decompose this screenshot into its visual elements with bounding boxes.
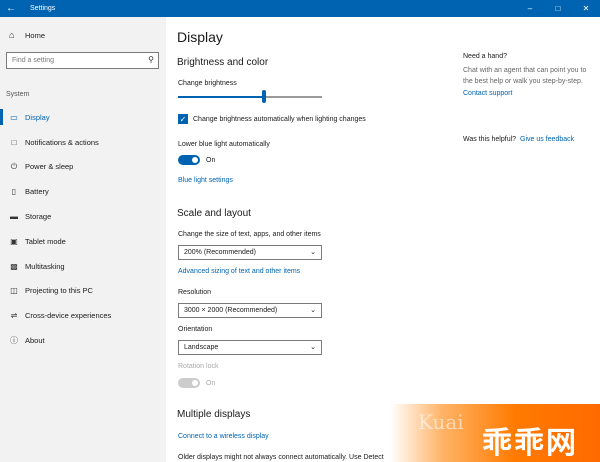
storage-icon: ▬ [10,212,18,222]
sidebar-item-label: Power & sleep [25,162,74,172]
blue-light-toggle[interactable]: On [178,155,215,165]
notifications-icon: □ [11,137,17,147]
sidebar-item-label: Display [25,112,50,122]
advanced-sizing-link[interactable]: Advanced sizing of text and other items [178,268,300,275]
minimize-icon[interactable]: – [516,0,544,17]
resolution-label: Resolution [178,289,212,296]
home-icon: ⌂ [9,30,15,40]
sidebar-item-cross-device[interactable]: ⇌ Cross-device experiences [0,303,166,328]
blue-light-label: Lower blue light automatically [178,141,270,148]
rotation-lock-label: Rotation lock [178,363,219,370]
help-description: Chat with an agent that can point you to… [463,67,587,85]
cross-device-icon: ⇌ [10,311,18,321]
close-icon[interactable]: ✕ [572,0,600,17]
orientation-dropdown[interactable]: Landscape ⌄ [178,340,322,355]
watermark-logo: 乖乖网 [482,427,578,460]
watermark-latin: Kuai [418,410,464,434]
toggle-state: On [206,156,216,164]
back-arrow-icon[interactable]: ← [0,0,22,17]
resolution-value: 3000 × 2000 (Recommended) [184,307,278,314]
helpful-label: Was this helpful? [463,136,517,143]
sidebar-item-battery[interactable]: ▯ Battery [0,179,166,204]
brightness-label: Change brightness [178,80,237,87]
section-label: System [6,91,30,98]
rotation-lock-toggle: On [178,378,215,388]
sidebar-item-display[interactable]: ▭ Display [0,105,166,130]
sidebar-item-label: Tablet mode [25,236,66,246]
brightness-slider[interactable] [178,90,322,103]
size-dropdown[interactable]: 200% (Recommended) ⌄ [178,245,322,260]
search-placeholder: Find a setting [12,57,55,64]
blue-light-settings-link[interactable]: Blue light settings [178,177,233,184]
nav-list: ▭ Display □ Notifications & actions ⏻ Po… [0,105,166,353]
battery-icon: ▯ [11,187,17,197]
sidebar-item-label: Storage [25,212,52,222]
chevron-down-icon: ⌄ [310,344,316,351]
scale-heading: Scale and layout [177,208,251,219]
help-title: Need a hand? [463,53,507,60]
projecting-icon: ◫ [10,286,18,296]
sidebar-item-label: Multitasking [25,261,65,271]
search-input[interactable]: Find a setting ⚲ [6,52,159,69]
size-label: Change the size of text, apps, and other… [178,231,321,238]
maximize-icon[interactable]: □ [544,0,572,17]
monitor-icon: ▭ [10,112,18,122]
give-feedback-link[interactable]: Give us feedback [520,136,574,143]
sidebar: ⌂ Home Find a setting ⚲ System ▭ Display… [0,17,166,462]
toggle-switch[interactable] [178,155,200,165]
chevron-down-icon: ⌄ [310,249,316,256]
multitasking-icon: ▩ [10,261,18,271]
contact-support-link[interactable]: Contact support [463,90,593,97]
sidebar-item-notifications[interactable]: □ Notifications & actions [0,130,166,155]
sidebar-item-about[interactable]: ⓘ About [0,328,166,353]
multiple-displays-heading: Multiple displays [177,409,251,420]
sidebar-item-label: Notifications & actions [25,137,99,147]
sidebar-item-tablet[interactable]: ▣ Tablet mode [0,229,166,254]
info-icon: ⓘ [10,336,18,346]
window-title: Settings [30,5,56,12]
title-bar: ← Settings – □ ✕ [0,0,600,17]
brightness-slider-thumb[interactable] [262,90,267,103]
orientation-label: Orientation [178,326,213,333]
power-icon: ⏻ [10,161,18,171]
checkmark-icon: ✓ [178,114,188,124]
sidebar-item-projecting[interactable]: ◫ Projecting to this PC [0,279,166,304]
older-displays-text: Older displays might not always connect … [178,454,384,461]
auto-brightness-checkbox[interactable]: ✓ Change brightness automatically when l… [178,114,366,124]
home-label: Home [25,30,46,40]
size-value: 200% (Recommended) [184,249,256,256]
sidebar-item-label: About [25,336,45,346]
sidebar-item-multitasking[interactable]: ▩ Multitasking [0,254,166,279]
chevron-down-icon: ⌄ [310,307,316,314]
window-controls: – □ ✕ [516,0,600,17]
auto-brightness-label: Change brightness automatically when lig… [193,115,366,123]
sidebar-item-storage[interactable]: ▬ Storage [0,204,166,229]
tablet-icon: ▣ [10,236,18,246]
sidebar-item-label: Projecting to this PC [25,286,93,296]
sidebar-item-label: Battery [25,187,49,197]
orientation-value: Landscape [184,344,219,351]
page-title: Display [177,29,223,45]
brightness-slider-fill [178,96,265,98]
toggle-state: On [206,379,216,387]
sidebar-item-label: Cross-device experiences [25,311,112,321]
sidebar-item-power[interactable]: ⏻ Power & sleep [0,155,166,180]
toggle-switch [178,378,200,388]
feedback-row: Was this helpful? Give us feedback [463,136,574,143]
help-panel: Need a hand? Chat with an agent that can… [463,53,593,97]
brightness-heading: Brightness and color [177,57,269,68]
resolution-dropdown[interactable]: 3000 × 2000 (Recommended) ⌄ [178,303,322,318]
wireless-display-link[interactable]: Connect to a wireless display [178,433,269,440]
home-button[interactable]: ⌂ Home [9,30,45,40]
search-icon[interactable]: ⚲ [148,55,154,64]
